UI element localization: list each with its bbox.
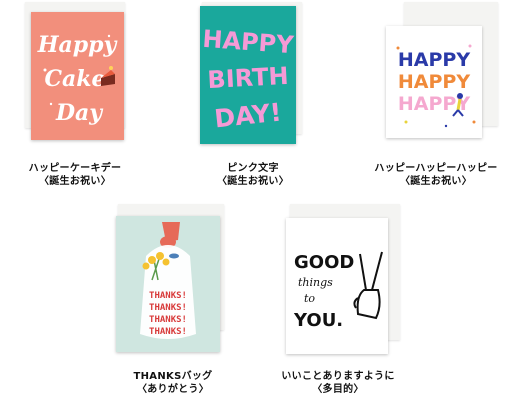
card-category: 〈ありがとう〉: [136, 384, 210, 395]
card-caption: THANKSバッグ 〈ありがとう〉: [110, 370, 236, 396]
card-category: 〈誕生お祝い〉: [399, 176, 473, 187]
art-text-you: YOU.: [293, 310, 343, 331]
card-name[interactable]: ハッピーハッピーハッピー: [368, 162, 504, 175]
card-name[interactable]: ハッピーケーキデー: [12, 162, 138, 175]
card-name[interactable]: THANKSバッグ: [110, 370, 236, 383]
product-card-happy-happy-happy[interactable]: HAPPY HAPPY HAPPY ハッピーハッピーハッピー 〈誕生お祝い〉: [368, 2, 504, 192]
art-text-cake: Cake: [44, 66, 105, 92]
card-image-happy-happy-happy[interactable]: HAPPY HAPPY HAPPY: [386, 26, 482, 138]
card-image-pink-letters[interactable]: HAPPY BIRTH DAY!: [200, 6, 296, 144]
art-text-thanks-2: THANKS!: [149, 303, 187, 313]
product-card-happy-cake-day[interactable]: Happy Cake Day ハッピーケーキデー 〈誕生お祝い〉: [12, 2, 138, 192]
card-caption: ピンク文字 〈誕生お祝い〉: [190, 162, 316, 188]
art-text-birth: BIRTH: [207, 62, 289, 94]
art-text-happy-2: HAPPY: [398, 71, 470, 93]
art-text-thanks-1: THANKS!: [149, 291, 187, 301]
art-text-happy-1: HAPPY: [398, 49, 470, 71]
card-image-thanks-bag[interactable]: THANKS! THANKS! THANKS! THANKS!: [116, 216, 220, 352]
card-image-happy-cake-day[interactable]: Happy Cake Day: [31, 12, 124, 140]
art-text-good: GOOD: [294, 252, 354, 273]
card-name[interactable]: いいことありますように: [270, 370, 406, 383]
product-card-good-things[interactable]: GOOD things to YOU. いいことありますように 〈多目的〉: [270, 204, 406, 398]
art-text-thanks-3: THANKS!: [149, 315, 187, 325]
card-name[interactable]: ピンク文字: [190, 162, 316, 175]
card-category: 〈多目的〉: [312, 384, 364, 395]
art-text-happy: Happy: [37, 32, 119, 58]
card-caption: ハッピーケーキデー 〈誕生お祝い〉: [12, 162, 138, 188]
product-card-thanks-bag[interactable]: THANKS! THANKS! THANKS! THANKS! THANKSバッ…: [110, 204, 236, 398]
card-caption: いいことありますように 〈多目的〉: [270, 370, 406, 396]
art-text-day: Day: [55, 100, 104, 126]
art-text-to: to: [304, 292, 315, 305]
card-caption: ハッピーハッピーハッピー 〈誕生お祝い〉: [368, 162, 504, 188]
art-text-things: things: [298, 276, 333, 289]
product-card-pink-letters[interactable]: HAPPY BIRTH DAY! ピンク文字 〈誕生お祝い〉: [190, 2, 316, 192]
card-category: 〈誕生お祝い〉: [38, 176, 112, 187]
card-image-good-things[interactable]: GOOD things to YOU.: [286, 218, 388, 354]
art-text-thanks-4: THANKS!: [149, 327, 187, 337]
card-category: 〈誕生お祝い〉: [216, 176, 290, 187]
